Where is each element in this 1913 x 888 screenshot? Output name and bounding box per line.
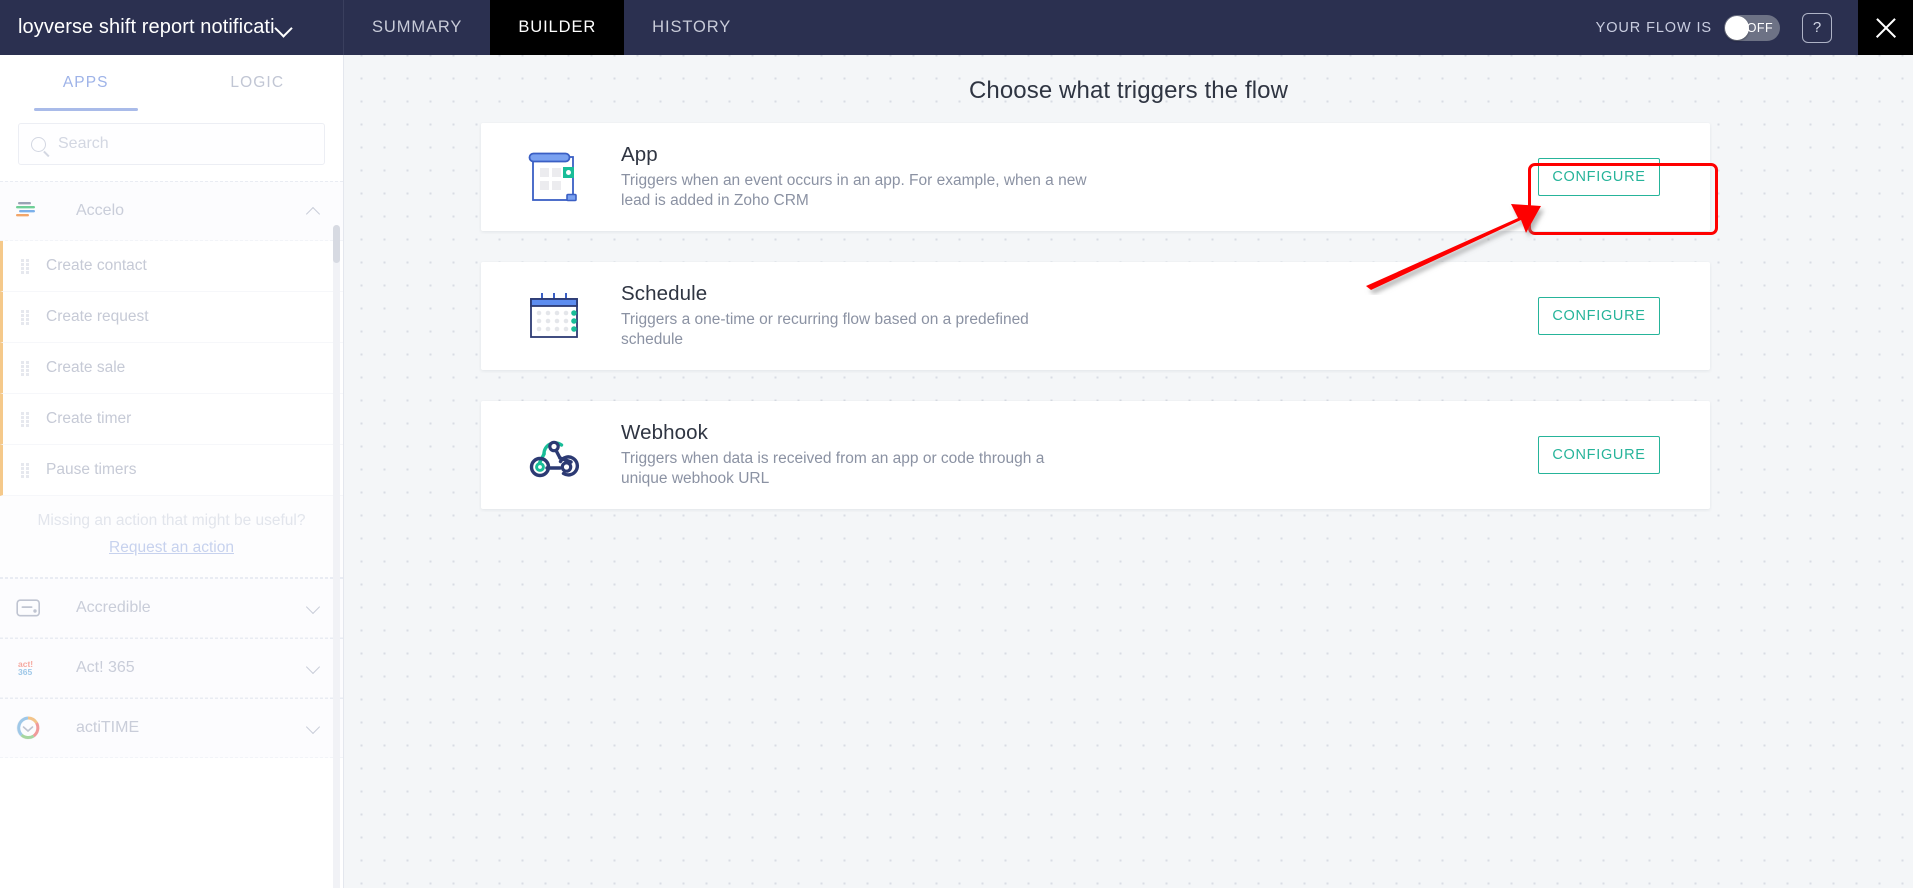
flow-title-dropdown[interactable]: loyverse shift report notificati (0, 0, 344, 55)
configure-button-schedule[interactable]: CONFIGURE (1538, 297, 1660, 335)
trigger-card-text: App Triggers when an event occurs in an … (621, 143, 1538, 212)
flow-enable-toggle[interactable]: OFF (1724, 14, 1780, 41)
trigger-card-description: Triggers when data is received from an a… (621, 449, 1045, 488)
help-button[interactable]: ? (1802, 12, 1832, 43)
drag-handle-icon[interactable] (21, 462, 30, 478)
app-group-actitime[interactable]: actiTIME (0, 698, 343, 758)
chevron-down-icon (275, 19, 293, 37)
sidebar-tabs: APPS LOGIC (0, 55, 343, 111)
drag-handle-icon[interactable] (21, 258, 30, 274)
flow-builder-app: loyverse shift report notificati SUMMARY… (0, 0, 1913, 888)
trigger-card-description: Triggers when an event occurs in an app.… (621, 171, 1087, 210)
header-tabs: SUMMARY BUILDER HISTORY (344, 0, 759, 55)
app-group-act365[interactable]: act! 365 Act! 365 (0, 638, 343, 698)
actitime-logo-icon (6, 715, 50, 741)
tab-history[interactable]: HISTORY (624, 0, 759, 55)
sidebar: APPS LOGIC Search Accelo Create contact … (0, 55, 344, 888)
sidebar-tab-logic[interactable]: LOGIC (172, 55, 344, 111)
configure-button-app[interactable]: CONFIGURE (1538, 158, 1660, 196)
search-input[interactable] (58, 135, 312, 153)
flow-state-label: YOUR FLOW IS (1595, 19, 1712, 36)
app-body: APPS LOGIC Search Accelo Create contact … (0, 55, 1913, 888)
trigger-card-text: Webhook Triggers when data is received f… (621, 421, 1538, 490)
app-header: loyverse shift report notificati SUMMARY… (0, 0, 1913, 55)
configure-button-webhook[interactable]: CONFIGURE (1538, 436, 1660, 474)
action-item-create-request[interactable]: Create request (0, 292, 343, 343)
action-item-label: Create contact (46, 257, 147, 274)
header-right-controls: YOUR FLOW IS OFF ? (1596, 0, 1913, 55)
flow-canvas: Choose what triggers the flow App Trigge… (344, 55, 1913, 888)
sidebar-search-wrap (0, 111, 343, 181)
trigger-card-text: Schedule Triggers a one-time or recurrin… (621, 282, 1538, 351)
app-group-accelo[interactable]: Accelo (0, 181, 343, 241)
action-item-create-timer[interactable]: Create timer (0, 394, 343, 445)
sidebar-tab-apps[interactable]: APPS (0, 55, 172, 111)
missing-action-text: Missing an action that might be useful? (37, 512, 306, 529)
scrollbar-thumb[interactable] (333, 225, 340, 263)
tab-builder[interactable]: BUILDER (490, 0, 625, 55)
search-box[interactable] (18, 123, 325, 165)
close-icon (1873, 15, 1899, 41)
app-trigger-icon (521, 148, 587, 206)
action-item-pause-timers[interactable]: Pause timers (0, 445, 343, 496)
app-group-label: actiTIME (76, 719, 140, 736)
toggle-state-label: OFF (1746, 20, 1773, 35)
page-title: Choose what triggers the flow (968, 77, 1289, 104)
tab-summary[interactable]: SUMMARY (344, 0, 490, 55)
action-item-create-contact[interactable]: Create contact (0, 241, 343, 292)
app-list: Accelo Create contact Create request Cre… (0, 181, 343, 888)
drag-handle-icon[interactable] (21, 360, 30, 376)
trigger-card-title: Schedule (621, 281, 708, 305)
app-group-label: Act! 365 (76, 659, 135, 676)
trigger-card-title: App (621, 142, 658, 166)
trigger-card-description: Triggers a one-time or recurring flow ba… (621, 310, 1029, 349)
chevron-down-icon (308, 662, 321, 675)
request-an-action-link[interactable]: Request an action (109, 539, 234, 557)
toggle-knob (1725, 15, 1749, 40)
drag-handle-icon[interactable] (21, 309, 30, 325)
webhook-icon (521, 427, 587, 483)
search-icon (31, 136, 46, 152)
app-group-label: Accelo (76, 202, 125, 219)
accelo-logo-icon (6, 200, 50, 222)
trigger-card-app[interactable]: App Triggers when an event occurs in an … (481, 123, 1710, 231)
chevron-down-icon (308, 722, 321, 735)
action-item-label: Create timer (46, 410, 132, 427)
missing-action-block: Missing an action that might be useful? … (0, 496, 343, 578)
flow-title-text: loyverse shift report notificati (18, 16, 275, 38)
app-group-accredible[interactable]: Accredible (0, 578, 343, 638)
drag-handle-icon[interactable] (21, 411, 30, 427)
action-item-label: Pause timers (46, 461, 137, 478)
close-button[interactable] (1858, 0, 1913, 55)
trigger-card-schedule[interactable]: Schedule Triggers a one-time or recurrin… (481, 262, 1710, 370)
chevron-down-icon (308, 602, 321, 615)
accredible-logo-icon (6, 598, 50, 618)
schedule-calendar-icon (521, 288, 587, 344)
sidebar-scrollbar[interactable] (333, 225, 340, 888)
svg-text:365: 365 (18, 667, 32, 677)
action-item-label: Create request (46, 308, 149, 325)
app-group-label: Accredible (76, 599, 151, 616)
trigger-card-title: Webhook (621, 420, 708, 444)
action-item-label: Create sale (46, 359, 126, 376)
action-item-create-sale[interactable]: Create sale (0, 343, 343, 394)
act365-logo-icon: act! 365 (6, 657, 50, 679)
chevron-up-icon (308, 205, 321, 218)
trigger-card-webhook[interactable]: Webhook Triggers when data is received f… (481, 401, 1710, 509)
